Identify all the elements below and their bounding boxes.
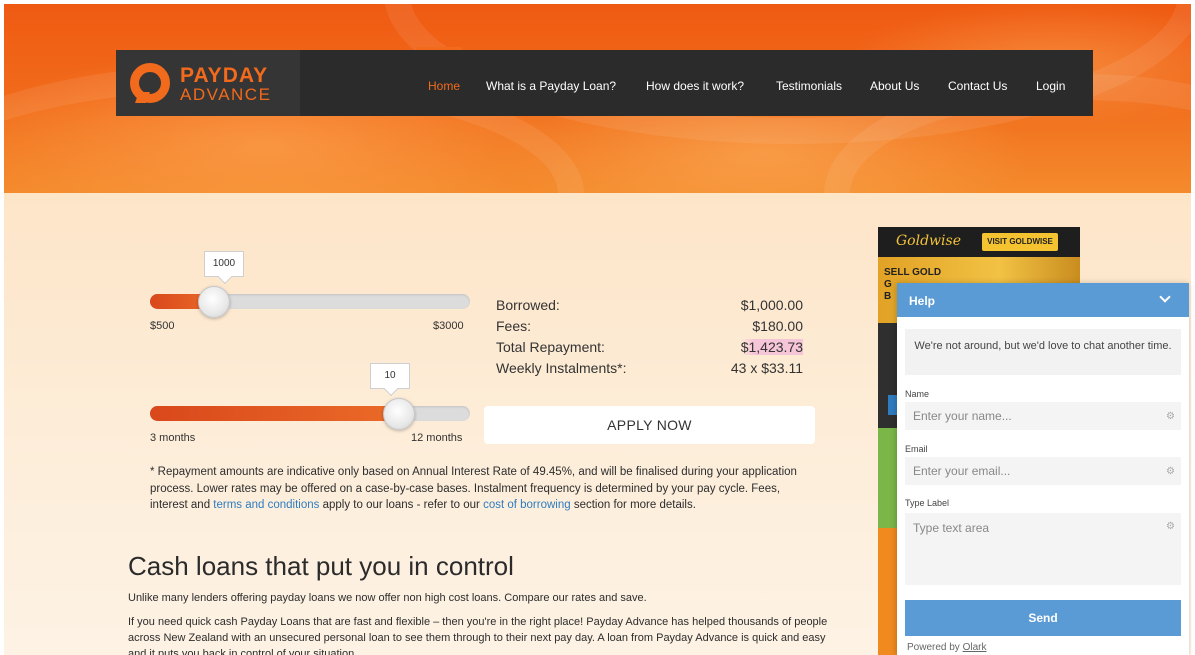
nav-active-indicator (416, 47, 462, 50)
message-textarea[interactable] (905, 513, 1181, 585)
fees-label: Fees: (496, 318, 532, 334)
term-slider-handle[interactable] (383, 398, 415, 430)
olark-link[interactable]: Olark (963, 642, 987, 653)
nav-testimonials[interactable]: Testimonials (776, 79, 842, 93)
nav-what-is-payday-loan[interactable]: What is a Payday Loan? (486, 79, 616, 93)
fees-value: $180.00 (752, 318, 803, 334)
email-label: Email (905, 444, 928, 454)
nav-contact-us[interactable]: Contact Us (948, 79, 1007, 93)
amount-slider-handle[interactable] (198, 286, 230, 318)
powered-by-text: Powered by (907, 642, 963, 653)
cost-of-borrowing-link[interactable]: cost of borrowing (483, 499, 571, 511)
logo-mark-icon (130, 63, 170, 103)
disclaimer-text-3: section for more details. (570, 499, 696, 511)
type-label: Type Label (905, 498, 950, 508)
sidebar-ad-strip-green (878, 428, 898, 528)
body-paragraph: If you need quick cash Payday Loans that… (128, 616, 828, 655)
nav-about-us[interactable]: About Us (870, 79, 919, 93)
send-button[interactable]: Send (905, 600, 1181, 636)
amount-min-label: $500 (150, 320, 175, 332)
term-min-label: 3 months (150, 432, 196, 444)
email-field[interactable] (905, 457, 1181, 485)
weekly-instalments-value: 43 x $33.11 (730, 360, 803, 376)
total-repayment-label: Total Repayment: (496, 339, 605, 355)
amount-max-label: $3000 (433, 320, 464, 332)
powered-by: Powered by Olark (907, 642, 987, 653)
repayment-disclaimer: * Repayment amounts are indicative only … (150, 464, 815, 514)
nav-how-does-it-work[interactable]: How does it work? (646, 79, 744, 93)
ad-gold-line-1: SELL GOLD (884, 267, 942, 278)
gear-icon: ⚙ (1166, 521, 1175, 532)
ad-brand-logo: Goldwise (896, 233, 961, 249)
chat-offline-notice: We're not around, but we'd love to chat … (905, 329, 1181, 375)
intro-paragraph: Unlike many lenders offering payday loan… (128, 592, 647, 604)
name-label: Name (905, 389, 930, 399)
disclaimer-text-2: apply to our loans - refer to our (319, 499, 484, 511)
sidebar-ad-strip-dark (878, 323, 898, 428)
total-repayment-value: $1,423.73 (740, 339, 803, 355)
gear-icon: ⚙ (1166, 466, 1175, 477)
term-tooltip: 10 (370, 363, 410, 389)
name-field[interactable] (905, 402, 1181, 430)
visit-goldwise-button[interactable]: VISIT GOLDWISE (982, 233, 1058, 251)
terms-and-conditions-link[interactable]: terms and conditions (213, 499, 319, 511)
nav-login[interactable]: Login (1036, 79, 1065, 93)
weekly-instalments-label: Weekly Instalments*: (496, 360, 627, 376)
chat-header[interactable]: Help (897, 283, 1189, 317)
borrowed-value: $1,000.00 (740, 297, 803, 313)
logo-text-advance: ADVANCE (180, 85, 272, 104)
borrowed-label: Borrowed: (496, 297, 560, 313)
top-navbar: PAYDAY ADVANCE Home What is a Payday Loa… (116, 47, 1093, 116)
chat-title: Help (909, 294, 936, 308)
gear-icon: ⚙ (1166, 411, 1175, 422)
term-slider-fill (150, 406, 399, 421)
logo-text-payday: PAYDAY (180, 64, 269, 87)
term-max-label: 12 months (411, 432, 463, 444)
nav-home[interactable]: Home (428, 79, 460, 93)
chevron-down-icon[interactable] (1159, 291, 1171, 303)
main-heading: Cash loans that put you in control (128, 551, 514, 581)
chat-widget: Help We're not around, but we'd love to … (897, 283, 1189, 655)
sidebar-ad-strip-orange (878, 528, 898, 655)
site-logo[interactable]: PAYDAY ADVANCE (116, 50, 300, 116)
amount-tooltip: 1000 (204, 251, 244, 277)
apply-now-button[interactable]: APPLY NOW (484, 406, 815, 444)
